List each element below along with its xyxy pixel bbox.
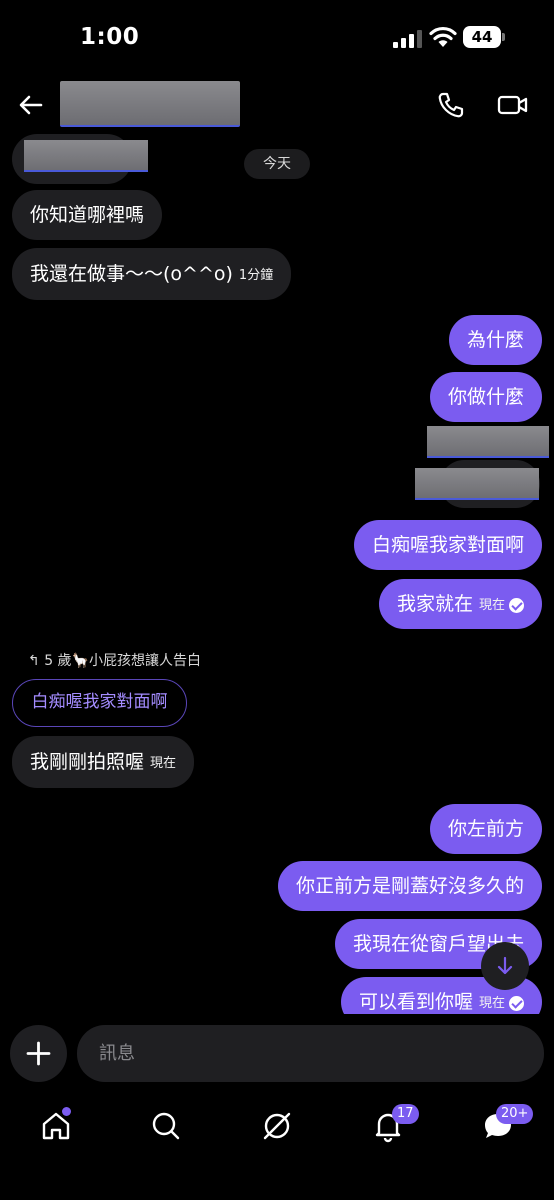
cellular-signal-icon: [393, 30, 422, 48]
message-timestamp: 現在: [478, 996, 505, 1011]
video-camera-icon[interactable]: [497, 90, 529, 120]
messages-badge: 20+: [496, 1104, 534, 1124]
message-input[interactable]: [77, 1025, 544, 1082]
tab-search[interactable]: [146, 1106, 186, 1146]
status-bar: 1:00 44: [0, 0, 554, 76]
read-check-icon: [509, 996, 524, 1011]
message-timestamp: 1分鐘: [238, 268, 274, 283]
arrow-left-icon[interactable]: [16, 90, 46, 120]
outgoing-message[interactable]: 你左前方: [429, 804, 542, 854]
status-time: 1:00: [80, 24, 140, 50]
reply-quoted-message[interactable]: 白痴喔我家對面啊: [12, 679, 187, 727]
arrow-down-icon: [497, 956, 513, 975]
outgoing-message[interactable]: 你正前方是剛蓋好沒多久的: [277, 861, 542, 911]
incoming-message-redacted: [24, 140, 148, 172]
message-list[interactable]: 今天 你知道哪裡嗎 我還在做事～～(o^^o) 1分鐘 為什麼 你做什麼 白痴喔我…: [0, 134, 554, 1014]
battery-icon: 44: [463, 26, 505, 48]
date-divider: 今天: [244, 149, 310, 179]
read-check-icon: [509, 598, 524, 613]
outgoing-message[interactable]: 你做什麼: [429, 372, 542, 422]
chat-header: [0, 76, 554, 134]
plus-icon: [26, 1041, 51, 1066]
home-unread-dot: [62, 1107, 71, 1116]
bottom-tab-bar: 17 20+: [0, 1098, 554, 1158]
outgoing-message-redacted: [427, 426, 549, 458]
tab-notifications[interactable]: 17: [368, 1104, 419, 1146]
tab-home[interactable]: [36, 1106, 76, 1146]
scroll-to-bottom-button[interactable]: [481, 942, 529, 990]
message-composer: [0, 1020, 554, 1090]
incoming-message[interactable]: 你知道哪裡嗎: [12, 190, 163, 240]
outgoing-message-redacted: [415, 468, 539, 500]
wifi-icon: [429, 26, 457, 47]
contact-name-redacted[interactable]: [60, 81, 240, 127]
outgoing-message[interactable]: 我家就在 現在: [378, 579, 542, 629]
tab-explore[interactable]: [257, 1106, 297, 1146]
incoming-message[interactable]: 我剛剛拍照喔 現在: [12, 736, 195, 788]
add-attachment-button[interactable]: [10, 1025, 67, 1082]
notifications-badge: 17: [392, 1104, 419, 1124]
search-icon: [152, 1112, 180, 1140]
battery-level: 44: [463, 26, 501, 48]
compass-icon: [263, 1112, 291, 1140]
message-timestamp: 現在: [150, 756, 177, 771]
outgoing-message[interactable]: 白痴喔我家對面啊: [353, 520, 542, 570]
reply-context-label: ↰ 5 歲🦙小屁孩想讓人告白: [28, 653, 201, 669]
message-timestamp: 現在: [478, 598, 505, 613]
incoming-message[interactable]: 我還在做事～～(o^^o) 1分鐘: [12, 248, 292, 300]
reply-arrow-icon: ↰: [28, 653, 45, 669]
tab-messages[interactable]: 20+: [478, 1104, 534, 1146]
phone-icon[interactable]: [436, 90, 466, 120]
outgoing-message[interactable]: 為什麼: [448, 315, 542, 365]
